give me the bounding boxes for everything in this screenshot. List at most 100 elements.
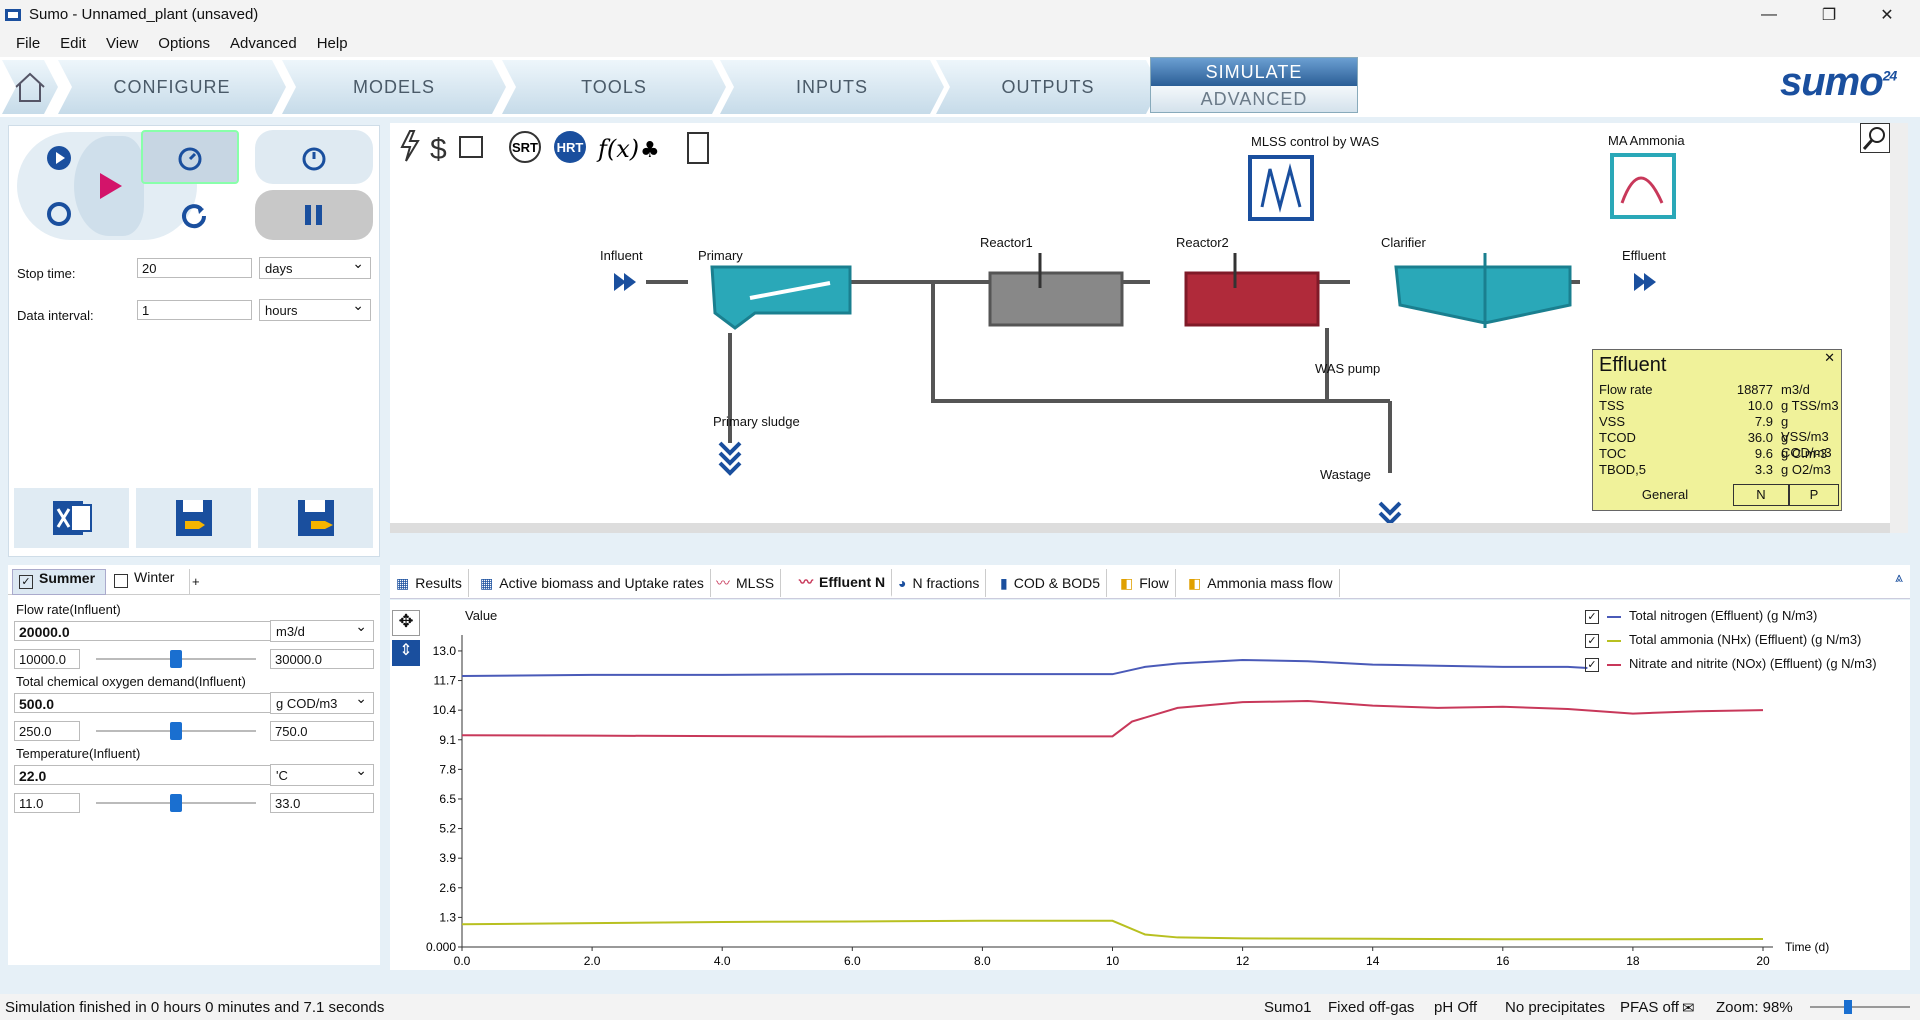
restore-button[interactable]: ❐ [1800,0,1858,29]
tab-label: Ammonia mass flow [1207,575,1333,591]
param-unit-select[interactable]: g COD/m3 [270,690,374,714]
status-pfas: PFAS off [1620,999,1679,1016]
home-button[interactable] [2,60,58,114]
diagram-vertical-scrollbar[interactable] [1890,123,1908,533]
data-interval-unit-select[interactable]: hours [259,297,371,321]
popup-close-icon[interactable]: ✕ [1824,350,1835,366]
param-min-field[interactable]: 10000.0 [14,649,80,669]
param-max-field[interactable]: 30000.0 [270,649,374,669]
plot-tab-mlss[interactable]: 〰 MLSS [710,569,782,597]
diagram-horizontal-scrollbar[interactable] [390,523,1898,533]
unit-label-clarifier[interactable]: Clarifier [1381,235,1426,250]
status-ph: pH Off [1434,999,1478,1016]
zoom-magnifier-button[interactable] [1860,123,1890,153]
param-value-field[interactable]: 22.0 [14,765,274,785]
param-slider-track[interactable] [96,722,256,740]
zoom-slider[interactable] [1810,1000,1910,1014]
stop-time-field[interactable]: 20 [137,258,252,278]
collapse-panel-button[interactable]: ⩓ [1895,569,1903,586]
plot-tab-flow[interactable]: ◧ Flow [1114,569,1176,597]
legend-item[interactable]: ✓ Total ammonia (NHx) (Effluent) (g N/m3) [1585,632,1861,648]
tab-outputs[interactable]: OUTPUTS [936,60,1160,114]
popup-tab-p[interactable]: P [1789,484,1839,506]
tab-models[interactable]: MODELS [282,60,506,114]
plot-tab-results[interactable]: ▦ Results [390,569,469,597]
param-unit-select[interactable]: 'C [270,762,374,786]
load-state-button[interactable] [258,488,373,548]
data-interval-field[interactable]: 1 [137,300,252,320]
plot-tab-ammonia-mass-flow[interactable]: ◧ Ammonia mass flow [1182,569,1340,597]
minimize-button[interactable]: — [1740,0,1798,29]
reset-button[interactable] [149,190,239,240]
param-min-field[interactable]: 250.0 [14,721,80,741]
unit-label-primary-sludge[interactable]: Primary sludge [713,414,800,429]
y-tick-label: 0.000 [426,940,456,954]
param-slider-track[interactable] [96,650,256,668]
play-circle-icon [47,146,71,170]
export-excel-button[interactable] [14,488,129,548]
tab-advanced[interactable]: ADVANCED [1151,86,1357,112]
unit-label-influent[interactable]: Influent [600,248,643,263]
x-axis-label: Time (d) [1785,940,1829,954]
popup-tab-n[interactable]: N [1733,484,1789,506]
param-min-field[interactable]: 11.0 [14,793,80,813]
unit-label-mlss-control[interactable]: MLSS control by WAS [1251,134,1379,149]
tab-inputs[interactable]: INPUTS [720,60,944,114]
stop-time-unit-select[interactable]: days [259,255,371,279]
unit-label-reactor2[interactable]: Reactor2 [1176,235,1229,250]
plot-tab-n-fractions[interactable]: ◕ N fractions [892,569,987,597]
unit-label-was-pump[interactable]: WAS pump [1315,361,1380,376]
param-slider-thumb[interactable] [170,794,182,812]
scenario-tab-summer[interactable]: ✓ Summer [12,569,106,595]
param-slider-thumb[interactable] [170,722,182,740]
plot-tab-effluent-n[interactable]: 〰 Effluent N [793,569,893,597]
scenario-panel: ✓ Summer Winter + Flow rate(Influent) 200… [8,565,380,965]
param-value-field[interactable]: 20000.0 [14,621,274,641]
plot-tab-cod-bod5[interactable]: ▮ COD & BOD5 [994,569,1108,597]
run-button[interactable] [74,136,144,236]
legend-item[interactable]: ✓ Total nitrogen (Effluent) (g N/m3) [1585,608,1817,624]
realtime-button[interactable] [255,130,373,184]
unit-label-reactor1[interactable]: Reactor1 [980,235,1033,250]
run-stepwise-button[interactable] [39,138,79,178]
diagram-toolbar-icons: $ SRT HRT f(x) ♣ [400,130,709,166]
param-unit-select[interactable]: m3/d [270,618,374,642]
add-scenario-button[interactable]: + [192,574,200,589]
effluent-n-chart[interactable]: ✥ ⇕ 0.000 1.3 2.6 3.9 5.2 6.5 7.8 9.1 10.4 11.7 13… [390,600,1910,970]
menu-options[interactable]: Options [148,35,220,52]
tab-label: N fractions [912,575,980,591]
save-state-button[interactable] [136,488,251,548]
menu-edit[interactable]: Edit [50,35,96,52]
title-bar: Sumo - Unnamed_plant (unsaved) — ❐ ✕ [0,0,1920,29]
pause-button[interactable] [255,190,373,240]
unit-label-wastage[interactable]: Wastage [1320,467,1371,482]
plot-tab-active-biomass[interactable]: ▦ Active biomass and Uptake rates [474,569,711,597]
mail-icon[interactable]: ✉ [1682,999,1695,1017]
scenario-tab-winter[interactable]: Winter [108,569,190,595]
status-bar: Simulation finished in 0 hours 0 minutes… [0,994,1920,1020]
menu-help[interactable]: Help [307,35,358,52]
unit-label-primary[interactable]: Primary [698,248,743,263]
menu-advanced[interactable]: Advanced [220,35,307,52]
param-value-field[interactable]: 500.0 [14,693,274,713]
menu-file[interactable]: File [6,35,50,52]
tab-simulate[interactable]: SIMULATE [1151,58,1357,86]
stopwatch-icon [302,147,326,171]
param-slider-thumb[interactable] [170,650,182,668]
tab-configure[interactable]: CONFIGURE [58,60,286,114]
param-label: Total chemical oxygen demand(Influent) [16,674,246,689]
close-window-button[interactable]: ✕ [1858,0,1916,29]
param-max-field[interactable]: 33.0 [270,793,374,813]
param-max-field[interactable]: 750.0 [270,721,374,741]
popup-tab-general[interactable]: General [1597,484,1733,506]
unit-label-effluent[interactable]: Effluent [1622,248,1666,263]
tab-tools[interactable]: TOOLS [502,60,726,114]
menu-view[interactable]: View [96,35,148,52]
legend-item[interactable]: ✓ Nitrate and nitrite (NOx) (Effluent) (g… [1585,656,1877,672]
status-message: Simulation finished in 0 hours 0 minutes… [5,999,385,1016]
fast-forward-button[interactable] [141,130,239,184]
zoom-slider-thumb[interactable] [1844,1000,1852,1014]
unit-label-ma-ammonia[interactable]: MA Ammonia [1608,133,1685,148]
stop-button[interactable] [39,194,79,234]
param-slider-track[interactable] [96,794,256,812]
